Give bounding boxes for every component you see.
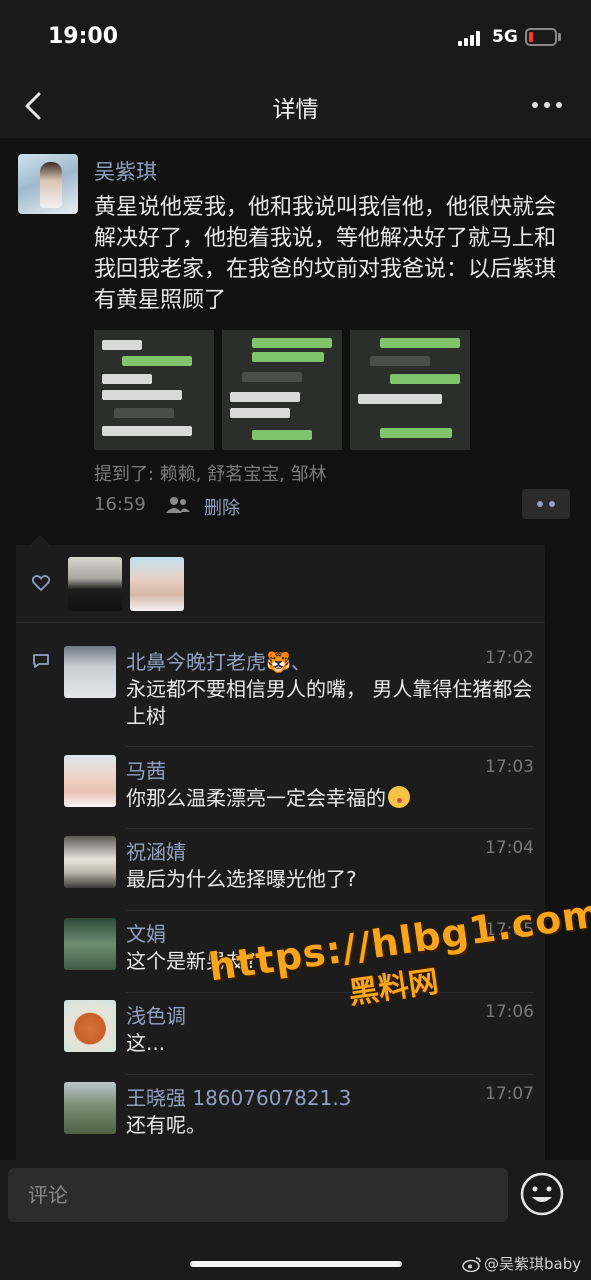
author-avatar[interactable] [18, 154, 78, 214]
comment-time: 17:04 [485, 838, 534, 858]
post-image-1[interactable] [94, 330, 214, 450]
post-meta: 16:59 删除 [94, 492, 574, 520]
comments-box-arrow [30, 535, 50, 545]
visibility-people-icon[interactable] [166, 496, 190, 514]
likes-row [16, 545, 545, 623]
emoji-icon[interactable] [519, 1171, 565, 1217]
comment-time: 17:06 [485, 1002, 534, 1022]
post-images [94, 330, 474, 450]
kissing-emoji-icon [388, 786, 410, 808]
delete-button[interactable]: 删除 [204, 494, 240, 520]
commenter-avatar[interactable] [64, 646, 116, 698]
weibo-logo-icon [462, 1257, 481, 1272]
commenter-name[interactable]: 北鼻今晚打老虎🐯、 [126, 646, 311, 675]
weibo-credit: @吴紫琪baby [462, 1253, 581, 1274]
interactions-panel: 北鼻今晚打老虎🐯、 17:02 永远都不要相信男人的嘴， 男人靠得住猪都会上树 … [16, 545, 545, 1160]
comment-input-bar: @吴紫琪baby [0, 1160, 591, 1280]
post-text: 黄星说他爱我，他和我说叫我信他，他很快就会解决好了，他抱着我说，等他解决好了就马… [94, 195, 557, 313]
liker-avatar[interactable] [130, 557, 184, 611]
commenter-name[interactable]: 文娟 [126, 918, 166, 947]
home-indicator [190, 1261, 402, 1267]
divider [126, 828, 534, 829]
page-title: 详情 [272, 97, 319, 123]
comment-text: 最后为什么选择曝光他了? [126, 867, 357, 891]
commenter-avatar[interactable] [64, 918, 116, 970]
comment-text: 你那么温柔漂亮一定会幸福的 [126, 785, 534, 812]
battery-icon [525, 28, 557, 46]
post-image-2[interactable] [222, 330, 342, 450]
weibo-credit-text: @吴紫琪baby [484, 1255, 582, 1273]
commenter-avatar[interactable] [64, 1000, 116, 1052]
comment-time: 17:03 [485, 757, 534, 777]
commenter-avatar[interactable] [64, 755, 116, 807]
mentioned-users[interactable]: 提到了: 赖赖, 舒茗宝宝, 邹林 [94, 460, 327, 486]
post-time: 16:59 [94, 494, 146, 515]
comment-time: 17:02 [485, 648, 534, 668]
post-image-3[interactable] [350, 330, 470, 450]
comment-item[interactable]: 王晓强 18607607821.3 17:07 还有呢。 [64, 1082, 534, 1142]
divider [126, 746, 534, 747]
comment-text: 永远都不要相信男人的嘴， 男人靠得住猪都会上树 [126, 677, 533, 728]
signal-icon [458, 30, 484, 46]
commenter-avatar[interactable] [64, 1082, 116, 1134]
status-time: 19:00 [48, 24, 119, 49]
network-label: 5G [492, 27, 518, 47]
like-comment-menu-button[interactable] [522, 489, 570, 519]
nav-bar: 详情 [0, 74, 591, 138]
comment-input[interactable] [8, 1168, 508, 1222]
comment-text: 还有呢。 [126, 1113, 206, 1137]
comment-item[interactable]: 北鼻今晚打老虎🐯、 17:02 永远都不要相信男人的嘴， 男人靠得住猪都会上树 [64, 646, 534, 730]
more-options-icon[interactable] [532, 102, 564, 110]
commenter-name[interactable]: 浅色调 [126, 1000, 186, 1029]
comment-text: 这... [126, 1031, 166, 1055]
commenter-name[interactable]: 马茜 [126, 755, 166, 784]
commenter-avatar[interactable] [64, 836, 116, 888]
comment-item[interactable]: 祝涵婧 17:04 最后为什么选择曝光他了? [64, 836, 534, 896]
heart-icon [32, 575, 50, 591]
liker-avatar[interactable] [68, 557, 122, 611]
commenter-name[interactable]: 王晓强 18607607821.3 [126, 1082, 351, 1111]
comment-icon [33, 654, 49, 668]
commenter-name[interactable]: 祝涵婧 [126, 836, 186, 865]
comment-time: 17:07 [485, 1084, 534, 1104]
battery-tip [558, 33, 561, 41]
status-bar: 19:00 5G [0, 0, 591, 74]
comment-item[interactable]: 马茜 17:03 你那么温柔漂亮一定会幸福的 [64, 755, 534, 815]
comment-text-body: 你那么温柔漂亮一定会幸福的 [126, 786, 386, 810]
divider [126, 1074, 534, 1075]
author-name[interactable]: 吴紫琪 [94, 156, 157, 186]
